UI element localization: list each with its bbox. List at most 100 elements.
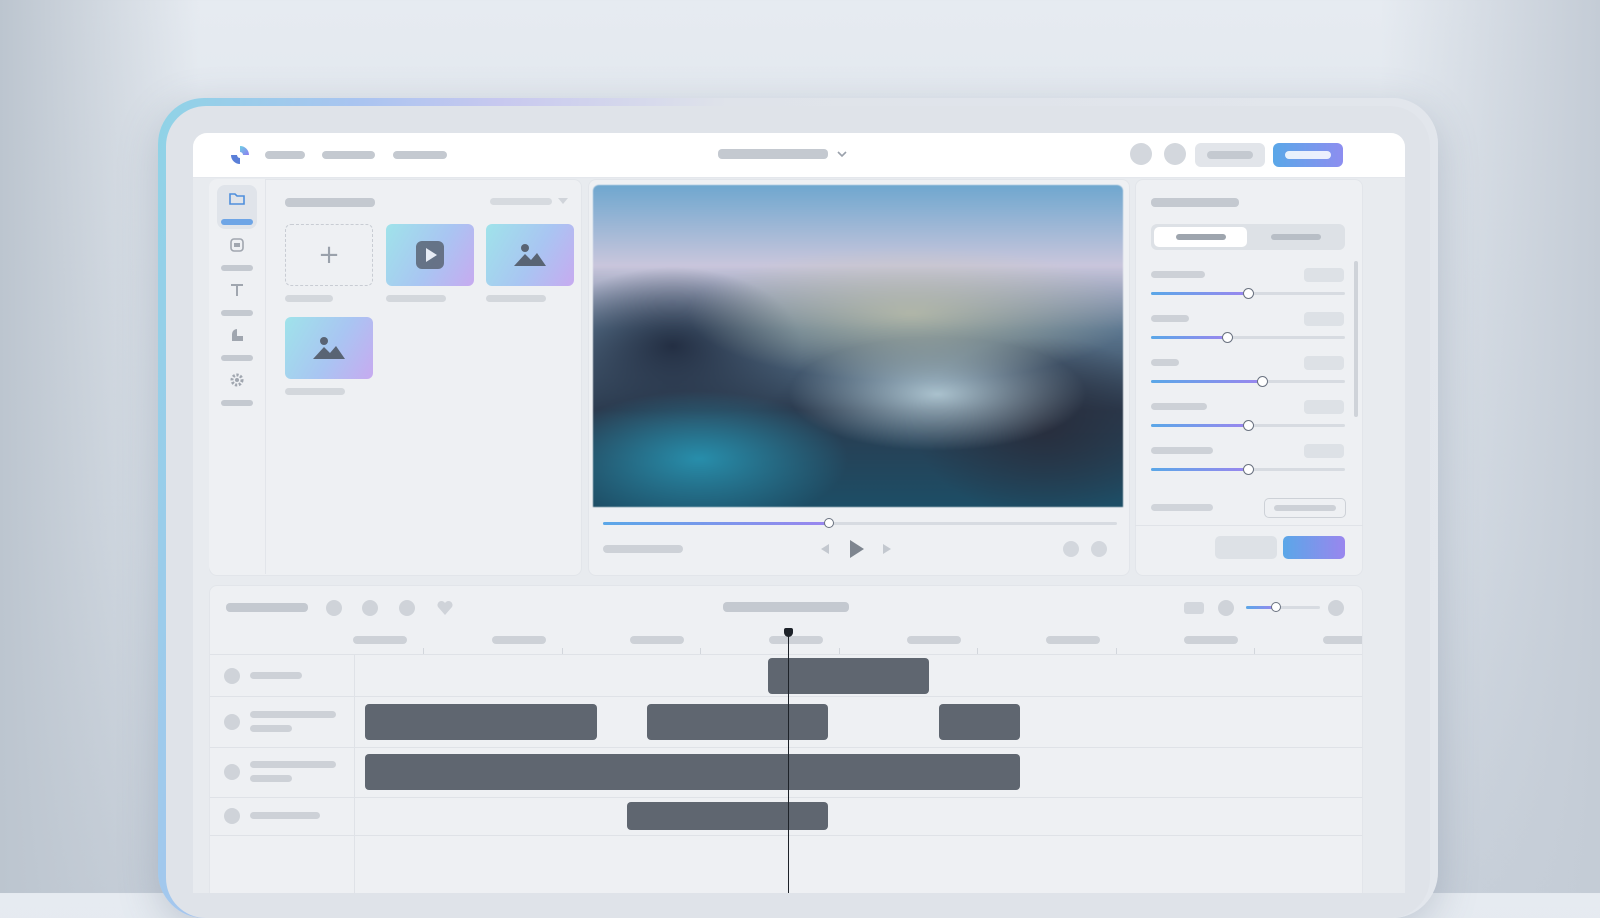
avatar-button[interactable] — [1130, 143, 1152, 165]
properties-scrollbar[interactable] — [1354, 261, 1358, 417]
ruler-label — [491, 636, 546, 644]
zoom-in-button[interactable] — [1328, 600, 1344, 616]
property-slider-handle[interactable] — [1243, 464, 1254, 475]
property-slider-fill — [1151, 292, 1248, 295]
share-button-label — [1207, 151, 1253, 159]
property-slider[interactable] — [1151, 376, 1345, 387]
media-item-image[interactable] — [486, 224, 574, 286]
tool-shapes[interactable] — [217, 321, 257, 365]
property-slider-handle[interactable] — [1243, 288, 1254, 299]
chevron-down-icon[interactable] — [836, 149, 848, 159]
marker-icon[interactable] — [436, 600, 454, 616]
property-slider[interactable] — [1151, 464, 1345, 475]
slider-value-field[interactable] — [1304, 400, 1344, 414]
property-select[interactable] — [1264, 498, 1346, 518]
nav-item-view[interactable] — [393, 151, 447, 159]
ruler-label — [1184, 636, 1238, 644]
text-icon — [231, 284, 243, 296]
slider-value-field[interactable] — [1304, 444, 1344, 458]
project-title[interactable] — [718, 149, 828, 159]
property-slider-handle[interactable] — [1221, 332, 1233, 343]
fullscreen-button[interactable] — [1091, 541, 1107, 557]
tool-settings[interactable] — [217, 366, 257, 410]
fit-button[interactable] — [1184, 602, 1204, 614]
property-slider-handle[interactable] — [1256, 376, 1268, 387]
track-visibility-toggle[interactable] — [224, 667, 240, 684]
tool-label — [221, 355, 253, 361]
tab-active[interactable] — [1154, 227, 1247, 247]
app-logo-icon[interactable] — [229, 144, 251, 166]
tab-inactive[interactable] — [1249, 227, 1342, 247]
property-footer-label — [1151, 504, 1213, 511]
redo-button[interactable] — [362, 600, 378, 616]
video-preview[interactable] — [593, 185, 1123, 507]
tool-label — [221, 265, 253, 271]
ruler-label — [768, 636, 823, 644]
share-button[interactable] — [1195, 143, 1265, 167]
gear-icon — [230, 373, 244, 387]
timeline-center-label — [723, 602, 849, 612]
slider-value-field[interactable] — [1304, 268, 1344, 282]
export-button[interactable] — [1273, 143, 1343, 167]
slider-label — [1151, 403, 1207, 410]
slider-value-field[interactable] — [1304, 356, 1344, 370]
nav-item-file[interactable] — [265, 151, 305, 159]
track-name — [250, 724, 292, 732]
media-item-image[interactable] — [285, 317, 373, 379]
zoom-slider-handle[interactable] — [1270, 602, 1281, 612]
zoom-out-button[interactable] — [1218, 600, 1234, 616]
track-visibility-toggle[interactable] — [224, 808, 240, 824]
undo-button[interactable] — [326, 600, 342, 616]
split-button[interactable] — [399, 600, 415, 616]
play-icon[interactable] — [846, 539, 866, 559]
tool-templates[interactable] — [217, 231, 257, 275]
properties-tabs — [1151, 224, 1345, 250]
track-name — [250, 671, 302, 679]
add-media-button[interactable]: + — [285, 224, 373, 286]
property-slider[interactable] — [1151, 288, 1345, 299]
filter-icon[interactable] — [557, 196, 569, 206]
property-slider[interactable] — [1151, 420, 1345, 431]
media-filter[interactable] — [490, 198, 552, 205]
video-editor-app: + — [193, 133, 1405, 893]
track-visibility-toggle[interactable] — [224, 713, 240, 730]
timeline-clip[interactable] — [647, 703, 829, 740]
play-icon — [416, 241, 444, 269]
zoom-slider[interactable] — [1246, 602, 1320, 612]
property-slider-handle[interactable] — [1243, 420, 1254, 431]
playhead[interactable] — [788, 630, 789, 893]
volume-button[interactable] — [1063, 541, 1079, 557]
tool-media[interactable] — [217, 185, 257, 229]
slider-label — [1151, 447, 1213, 454]
nav-item-edit[interactable] — [322, 151, 375, 159]
notifications-button[interactable] — [1164, 143, 1186, 165]
timecode — [603, 545, 683, 553]
slider-value-field[interactable] — [1304, 312, 1344, 326]
preview-scrubber[interactable] — [603, 518, 1117, 528]
tool-text[interactable] — [217, 276, 257, 320]
timeline-clip[interactable] — [626, 802, 829, 830]
ruler-label — [630, 636, 684, 644]
next-icon[interactable] — [881, 543, 893, 555]
cancel-button[interactable] — [1215, 536, 1277, 559]
shapes-icon — [232, 329, 243, 341]
divider — [1135, 525, 1363, 526]
timeline-title — [226, 603, 308, 612]
property-slider[interactable] — [1151, 332, 1345, 343]
tool-label — [221, 219, 253, 225]
image-icon — [514, 244, 546, 266]
apply-button-label — [1295, 544, 1333, 550]
apply-button[interactable] — [1283, 536, 1345, 559]
tab-label — [1271, 234, 1321, 240]
properties-title — [1151, 198, 1239, 207]
timeline-clip[interactable] — [365, 703, 597, 740]
prev-icon[interactable] — [819, 543, 831, 555]
media-item-video[interactable] — [386, 224, 474, 286]
track-visibility-toggle[interactable] — [224, 764, 240, 780]
timeline-clip[interactable] — [939, 703, 1020, 740]
media-panel-title — [285, 198, 375, 207]
ruler-label — [907, 636, 961, 644]
export-button-label — [1285, 151, 1331, 159]
timeline-clip[interactable] — [767, 657, 929, 694]
timeline-clip[interactable] — [365, 754, 1020, 790]
